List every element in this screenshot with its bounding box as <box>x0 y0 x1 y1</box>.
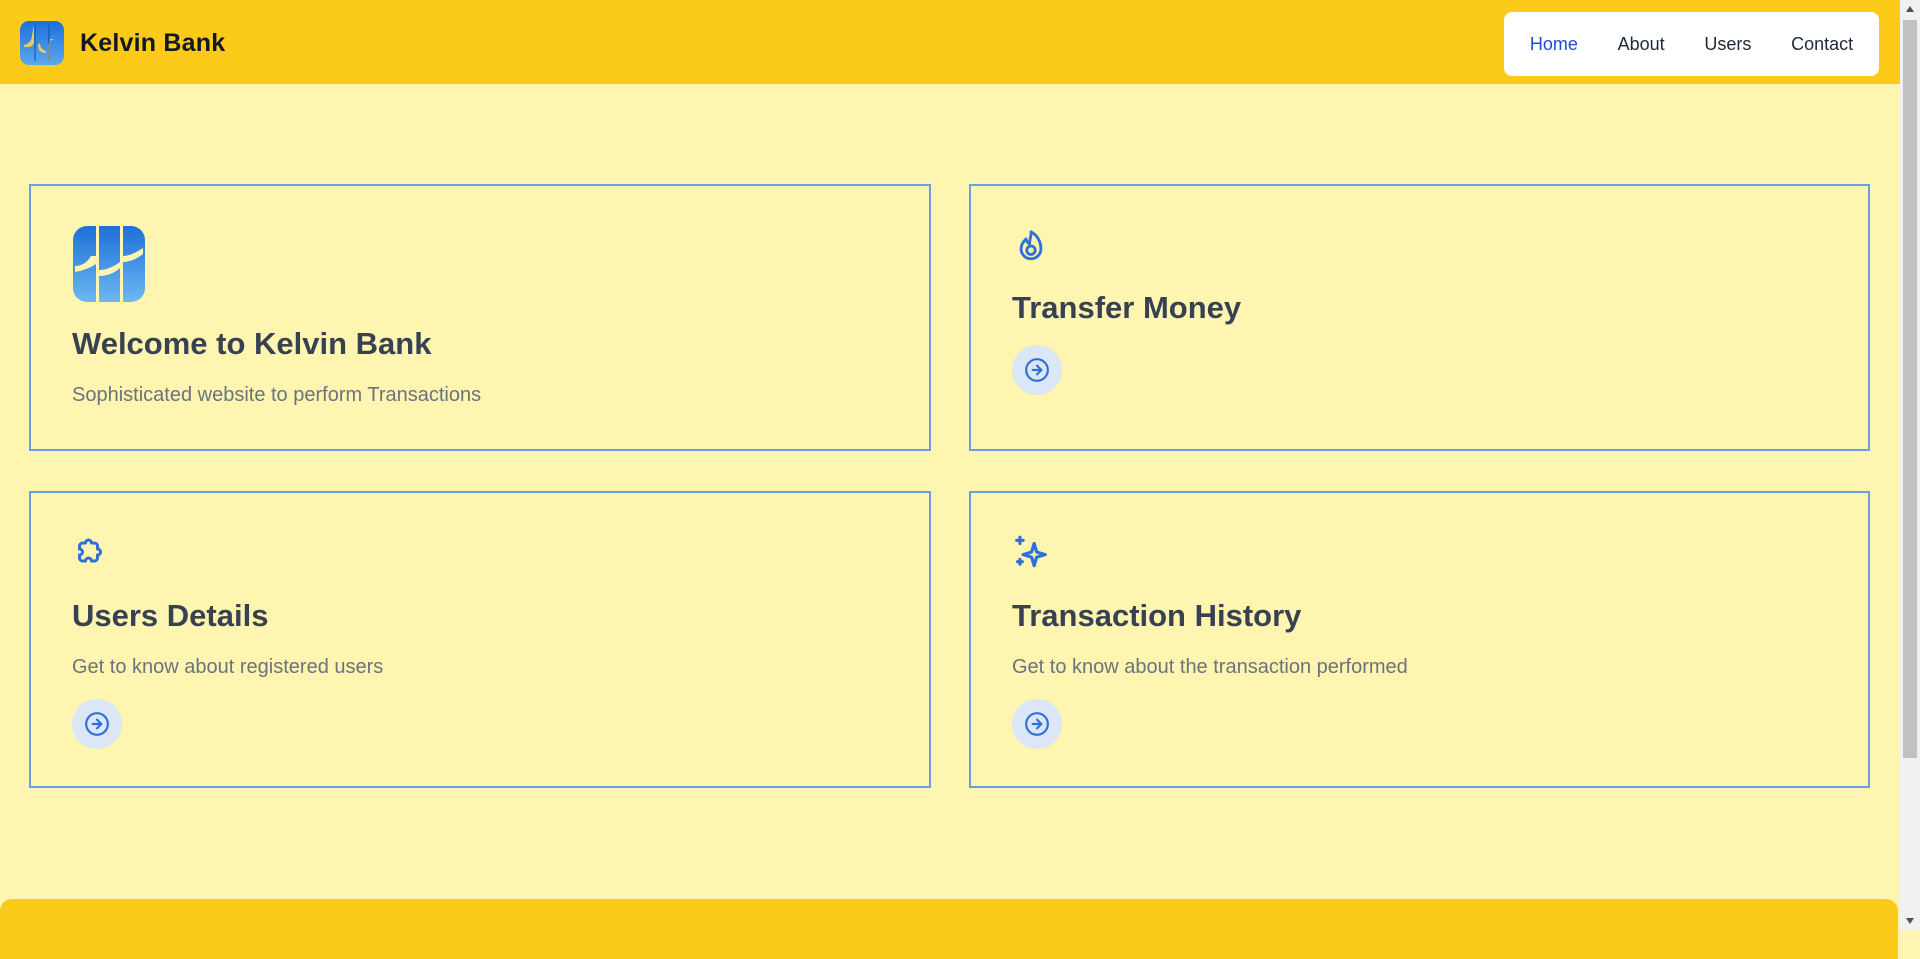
transfer-money-card[interactable]: Transfer Money <box>969 184 1870 451</box>
transaction-history-go-button[interactable] <box>1012 699 1062 749</box>
brand[interactable]: Kelvin Bank <box>20 21 225 65</box>
arrow-right-circle-icon <box>1025 712 1049 736</box>
welcome-title: Welcome to Kelvin Bank <box>72 326 432 361</box>
users-details-card[interactable]: Users Details Get to know about register… <box>29 491 931 788</box>
nav-home[interactable]: Home <box>1530 34 1578 55</box>
sparkles-icon <box>1015 535 1047 568</box>
footer <box>0 899 1898 959</box>
scroll-up-icon[interactable] <box>1900 0 1920 18</box>
scroll-down-icon[interactable] <box>1900 912 1920 930</box>
transaction-history-card[interactable]: Transaction History Get to know about th… <box>969 491 1870 788</box>
brand-name: Kelvin Bank <box>80 28 226 57</box>
flame-icon <box>1019 230 1043 261</box>
users-details-description: Get to know about registered users <box>72 656 384 678</box>
page-scrollbar[interactable] <box>1900 0 1920 930</box>
main-nav: Home About Users Contact <box>1504 12 1879 76</box>
bank-logo-icon <box>20 21 64 65</box>
users-details-title: Users Details <box>72 598 269 633</box>
nav-about[interactable]: About <box>1618 34 1665 55</box>
arrow-right-circle-icon <box>1025 358 1049 382</box>
welcome-card: Welcome to Kelvin Bank Sophisticated web… <box>29 184 931 451</box>
users-details-go-button[interactable] <box>72 699 122 749</box>
top-navbar: Kelvin Bank Home About Users Contact <box>0 0 1900 84</box>
welcome-description: Sophisticated website to perform Transac… <box>72 384 482 406</box>
nav-users[interactable]: Users <box>1704 34 1751 55</box>
nav-contact[interactable]: Contact <box>1791 34 1853 55</box>
transaction-history-description: Get to know about the transaction perfor… <box>1012 656 1408 678</box>
arrow-right-circle-icon <box>85 712 109 736</box>
transaction-history-title: Transaction History <box>1012 598 1302 633</box>
scrollbar-thumb[interactable] <box>1903 20 1917 758</box>
transfer-money-go-button[interactable] <box>1012 345 1062 395</box>
puzzle-icon <box>78 538 102 563</box>
transfer-money-title: Transfer Money <box>1012 290 1242 325</box>
bank-logo-icon <box>73 226 145 302</box>
